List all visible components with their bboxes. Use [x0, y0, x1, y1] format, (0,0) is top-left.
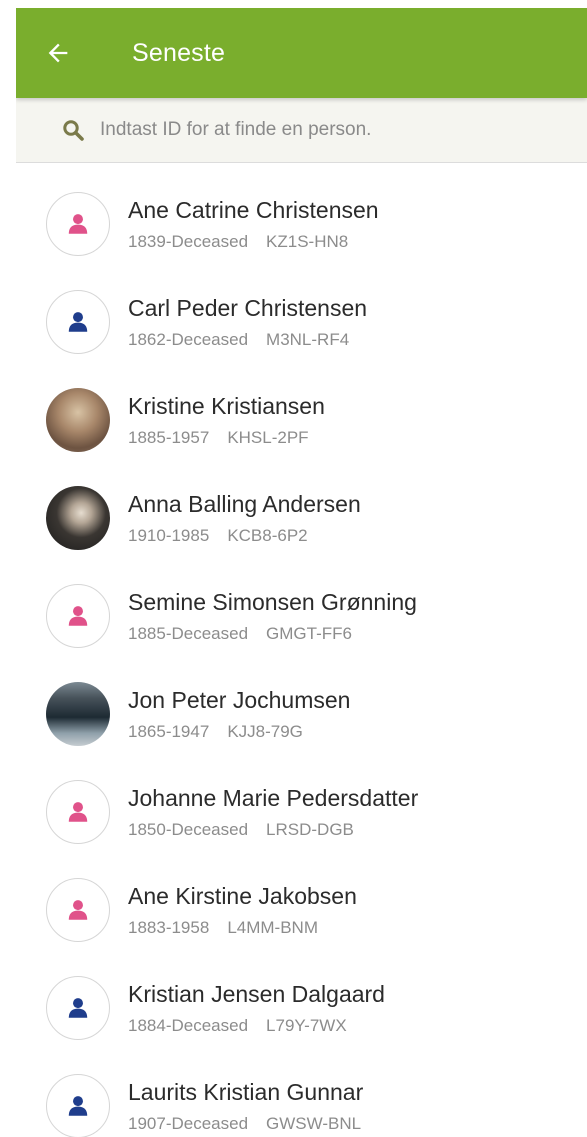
person-silhouette: [68, 606, 88, 626]
person-meta: 1865-1947 KJJ8-79G: [128, 722, 350, 742]
person-info: Semine Simonsen Grønning 1885-Deceased GM…: [128, 588, 417, 644]
person-meta: 1910-1985 KCB8-6P2: [128, 526, 361, 546]
person-row[interactable]: Carl Peder Christensen 1862-Deceased M3NL…: [16, 273, 587, 371]
person-row[interactable]: Anna Balling Andersen 1910-1985 KCB8-6P2: [16, 469, 587, 567]
person-years: 1910-1985: [128, 526, 210, 545]
person-name: Kristine Kristiansen: [128, 393, 325, 419]
person-silhouette: [68, 312, 88, 332]
person-info: Jon Peter Jochumsen 1865-1947 KJJ8-79G: [128, 686, 350, 742]
person-row[interactable]: Laurits Kristian Gunnar 1907-Deceased GWS…: [16, 1057, 587, 1137]
app-screen: Seneste Ane Catrine Christensen 1839-Dec…: [16, 8, 587, 1137]
search-icon: [60, 117, 86, 143]
person-id: L4MM-BNM: [227, 918, 318, 937]
person-years: 1907-Deceased: [128, 1114, 249, 1133]
person-name: Semine Simonsen Grønning: [128, 589, 417, 615]
person-meta: 1884-Deceased L79Y-7WX: [128, 1016, 385, 1036]
person-name: Jon Peter Jochumsen: [128, 687, 351, 713]
person-years: 1883-1958: [128, 918, 210, 937]
person-meta: 1883-1958 L4MM-BNM: [128, 918, 357, 938]
photo-avatar: [46, 388, 110, 452]
person-meta: 1862-Deceased M3NL-RF4: [128, 330, 367, 350]
app-header: Seneste: [16, 8, 587, 98]
search-input[interactable]: [100, 119, 540, 141]
person-info: Johanne Marie Pedersdatter 1850-Deceased…: [128, 784, 418, 840]
person-meta: 1907-Deceased GWSW-BNL: [128, 1114, 363, 1134]
person-id: KZ1S-HN8: [266, 232, 349, 251]
person-name: Johanne Marie Pedersdatter: [128, 785, 419, 811]
female-icon: [46, 780, 110, 844]
person-id: M3NL-RF4: [266, 330, 350, 349]
arrow-left-icon: [48, 43, 68, 63]
person-silhouette: [68, 998, 88, 1018]
person-silhouette: [68, 802, 88, 822]
male-icon: [46, 290, 110, 354]
person-row[interactable]: Kristine Kristiansen 1885-1957 KHSL-2PF: [16, 371, 587, 469]
person-silhouette: [68, 900, 88, 920]
person-silhouette: [68, 1096, 88, 1116]
person-info: Anna Balling Andersen 1910-1985 KCB8-6P2: [128, 490, 361, 546]
female-icon: [46, 584, 110, 648]
photo-avatar: [46, 486, 110, 550]
person-years: 1884-Deceased: [128, 1016, 249, 1035]
photo-avatar: [46, 682, 110, 746]
person-meta: 1885-1957 KHSL-2PF: [128, 428, 325, 448]
person-name: Ane Kirstine Jakobsen: [128, 883, 357, 909]
person-id: LRSD-DGB: [266, 820, 354, 839]
person-id: GWSW-BNL: [266, 1114, 362, 1133]
person-years: 1839-Deceased: [128, 232, 249, 251]
male-icon: [46, 1074, 110, 1137]
person-id: L79Y-7WX: [266, 1016, 347, 1035]
person-years: 1885-1957: [128, 428, 210, 447]
person-years: 1885-Deceased: [128, 624, 249, 643]
person-info: Kristine Kristiansen 1885-1957 KHSL-2PF: [128, 392, 325, 448]
person-name: Laurits Kristian Gunnar: [128, 1079, 364, 1105]
female-icon: [46, 192, 110, 256]
search-bar: [16, 98, 587, 163]
person-row[interactable]: Kristian Jensen Dalgaard 1884-Deceased L7…: [16, 959, 587, 1057]
person-years: 1862-Deceased: [128, 330, 249, 349]
person-id: KJJ8-79G: [227, 722, 303, 741]
female-icon: [46, 878, 110, 942]
back-button[interactable]: [32, 27, 84, 79]
person-name: Ane Catrine Christensen: [128, 197, 379, 223]
person-list: Ane Catrine Christensen 1839-Deceased KZ1…: [16, 163, 587, 1137]
person-id: KHSL-2PF: [227, 428, 309, 447]
person-meta: 1850-Deceased LRSD-DGB: [128, 820, 418, 840]
person-name: Anna Balling Andersen: [128, 491, 361, 517]
person-row[interactable]: Ane Kirstine Jakobsen 1883-1958 L4MM-BNM: [16, 861, 587, 959]
person-row[interactable]: Semine Simonsen Grønning 1885-Deceased GM…: [16, 567, 587, 665]
person-row[interactable]: Johanne Marie Pedersdatter 1850-Deceased…: [16, 763, 587, 861]
person-id: GMGT-FF6: [266, 624, 352, 643]
male-icon: [46, 976, 110, 1040]
person-info: Kristian Jensen Dalgaard 1884-Deceased L7…: [128, 980, 385, 1036]
person-row[interactable]: Ane Catrine Christensen 1839-Deceased KZ1…: [16, 175, 587, 273]
person-years: 1850-Deceased: [128, 820, 249, 839]
person-row[interactable]: Jon Peter Jochumsen 1865-1947 KJJ8-79G: [16, 665, 587, 763]
person-id: KCB8-6P2: [227, 526, 308, 545]
person-years: 1865-1947: [128, 722, 210, 741]
person-meta: 1885-Deceased GMGT-FF6: [128, 624, 417, 644]
page-title: Seneste: [132, 38, 226, 67]
person-info: Laurits Kristian Gunnar 1907-Deceased GWS…: [128, 1078, 363, 1134]
person-info: Ane Kirstine Jakobsen 1883-1958 L4MM-BNM: [128, 882, 357, 938]
person-name: Carl Peder Christensen: [128, 295, 368, 321]
person-name: Kristian Jensen Dalgaard: [128, 981, 385, 1007]
person-meta: 1839-Deceased KZ1S-HN8: [128, 232, 379, 252]
person-info: Carl Peder Christensen 1862-Deceased M3NL…: [128, 294, 367, 350]
person-info: Ane Catrine Christensen 1839-Deceased KZ1…: [128, 196, 379, 252]
person-silhouette: [68, 214, 88, 234]
